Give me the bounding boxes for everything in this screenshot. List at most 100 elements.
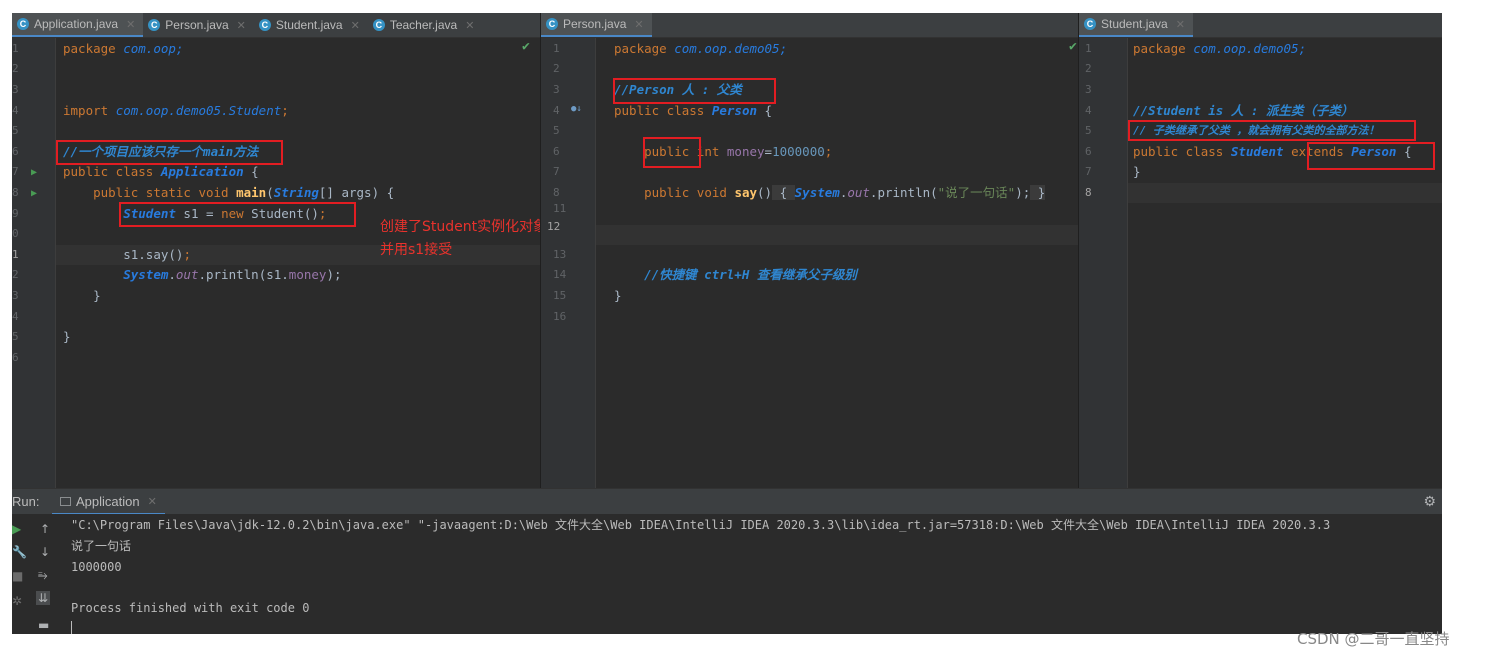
- middle-tab-bar: C Person.java ✕: [541, 13, 1079, 38]
- line-gutter: 1 2 3 4 5 6 7 8 9 0 1 2 3 4 5 6 ▶ ▶: [12, 38, 56, 488]
- class-c-icon: C: [258, 19, 271, 31]
- run-tab-application[interactable]: Application ✕: [52, 489, 165, 515]
- line-number: 11: [553, 202, 567, 215]
- close-x-icon[interactable]: ✕: [148, 495, 157, 508]
- line-number: 5: [1085, 124, 1092, 137]
- run-arrow-icon[interactable]: ▶: [31, 167, 37, 178]
- line-number: 7: [1085, 165, 1092, 178]
- line-number: 2: [12, 268, 19, 281]
- tab-label: Student.java: [275, 18, 343, 32]
- class-c-icon: C: [372, 19, 385, 31]
- line-number: 4: [12, 104, 19, 117]
- line-number: 3: [12, 289, 19, 302]
- line-number: 7: [553, 165, 560, 178]
- rerun-icon[interactable]: ▶: [12, 522, 21, 536]
- highlight-box: [56, 140, 283, 165]
- run-arrow-icon[interactable]: ▶: [31, 188, 37, 199]
- arrow-up-icon[interactable]: ↑: [40, 522, 50, 536]
- tab-person-java[interactable]: C Person.java ✕: [541, 13, 652, 37]
- code-comment: //快捷键 ctrl+H 查看继承父子级别: [644, 267, 857, 282]
- code-line: public class Application {: [63, 164, 259, 179]
- close-x-icon[interactable]: ✕: [351, 19, 360, 32]
- line-number: 4: [1085, 104, 1092, 117]
- code-line: public void say() { System.out.println("…: [644, 185, 1046, 200]
- scroll-to-end-icon[interactable]: ⇊: [36, 591, 51, 605]
- line-number: 6: [1085, 145, 1092, 158]
- settings-icon[interactable]: ✲: [12, 594, 22, 608]
- console-line: 1000000: [71, 560, 122, 574]
- override-icon[interactable]: ●↓: [571, 104, 582, 114]
- close-x-icon[interactable]: ✕: [237, 19, 246, 32]
- code-line: package com.oop.demo05;: [1133, 41, 1307, 56]
- tab-application-java[interactable]: C Application.java ✕: [12, 13, 144, 37]
- class-c-icon: C: [148, 19, 161, 31]
- code-line: package com.oop;: [63, 41, 184, 56]
- highlight-box: [1128, 120, 1416, 141]
- arrow-down-icon[interactable]: ↓: [40, 545, 50, 559]
- annotation-text: 并用s1接受: [380, 242, 453, 258]
- annotation-text: 创建了Student实例化对象: [380, 219, 540, 235]
- code-line: System.out.println(s1.money);: [123, 267, 342, 282]
- wrench-icon[interactable]: 🔧: [12, 545, 27, 559]
- line-number: 0: [12, 227, 19, 240]
- code-line: }: [63, 329, 71, 344]
- right-tab-bar: C Student.java ✕: [1079, 13, 1442, 38]
- tab-person-java[interactable]: C Person.java ✕: [143, 13, 254, 37]
- class-c-icon: C: [17, 18, 29, 30]
- run-console[interactable]: ▶ ↑ 🔧 ↓ ■ ⥱ ✲ ⇊ ▬ "C:\Program Files\Java…: [12, 514, 1442, 634]
- line-number: 1: [1085, 42, 1092, 55]
- close-x-icon[interactable]: ✕: [634, 18, 643, 31]
- tab-teacher-java[interactable]: C Teacher.java ✕: [368, 13, 483, 37]
- class-c-icon: C: [1084, 18, 1096, 30]
- stop-icon[interactable]: ■: [12, 569, 23, 583]
- ide-window: C Application.java ✕ C Person.java ✕ C S…: [12, 13, 1442, 634]
- tab-student-java[interactable]: C Student.java ✕: [254, 13, 368, 37]
- soft-wrap-icon[interactable]: ⥱: [38, 568, 48, 583]
- close-x-icon[interactable]: ✕: [126, 18, 135, 31]
- console-icon: [60, 496, 71, 506]
- code-line: s1.say();: [123, 247, 191, 262]
- right-editor[interactable]: 1 2 3 4 5 6 7 8 package com.oop.demo05; …: [1079, 38, 1442, 488]
- line-number: 3: [553, 83, 560, 96]
- highlight-box: [643, 137, 701, 168]
- tab-label: Application.java: [34, 17, 119, 31]
- middle-editor[interactable]: 1 2 3 4 5 6 7 8 11 12 13 14 15 16 ●↓ ✔ p…: [541, 38, 1078, 488]
- line-number: 8: [12, 186, 19, 199]
- tab-student-java[interactable]: C Student.java ✕: [1079, 13, 1193, 37]
- run-tool-bar: Run: Application ✕ ⚙: [12, 488, 1442, 515]
- gear-icon[interactable]: ⚙: [1423, 493, 1436, 510]
- line-number: 1: [12, 42, 19, 55]
- line-number: 4: [12, 310, 19, 323]
- highlight-box: [119, 202, 356, 227]
- line-number: 6: [553, 145, 560, 158]
- code-line: public static void main(String[] args) {: [93, 185, 395, 200]
- line-number: 2: [1085, 62, 1092, 75]
- line-number: 1: [12, 248, 19, 261]
- console-line: 说了一句话: [71, 539, 132, 553]
- line-number: 14: [553, 268, 567, 281]
- line-number: 1: [553, 42, 560, 55]
- left-tab-bar: C Application.java ✕ C Person.java ✕ C S…: [12, 13, 541, 38]
- line-number: 2: [553, 62, 560, 75]
- line-number: 12: [547, 220, 561, 233]
- line-number: 3: [1085, 83, 1092, 96]
- run-label: Run:: [12, 494, 40, 509]
- run-tab-label: Application: [76, 493, 140, 509]
- line-number: 6: [12, 351, 19, 364]
- line-number: 16: [553, 310, 567, 323]
- close-x-icon[interactable]: ✕: [465, 19, 474, 32]
- code-line: }: [614, 288, 622, 303]
- print-icon[interactable]: ▬: [38, 618, 49, 632]
- code-line: import com.oop.demo05.Student;: [63, 103, 289, 118]
- text-caret: [71, 621, 72, 634]
- left-editor[interactable]: 1 2 3 4 5 6 7 8 9 0 1 2 3 4 5 6 ▶ ▶ ✔ pa…: [12, 38, 540, 488]
- code-line: }: [93, 288, 101, 303]
- line-number: 5: [12, 330, 19, 343]
- line-number: 4: [553, 104, 560, 117]
- tab-label: Teacher.java: [389, 18, 458, 32]
- watermark: CSDN @二哥一直坚持: [1297, 630, 1450, 648]
- close-x-icon[interactable]: ✕: [1176, 18, 1185, 31]
- code-comment: //Student is 人 : 派生类（子类）: [1133, 103, 1354, 118]
- line-number: 9: [12, 207, 19, 220]
- line-number: 13: [553, 248, 567, 261]
